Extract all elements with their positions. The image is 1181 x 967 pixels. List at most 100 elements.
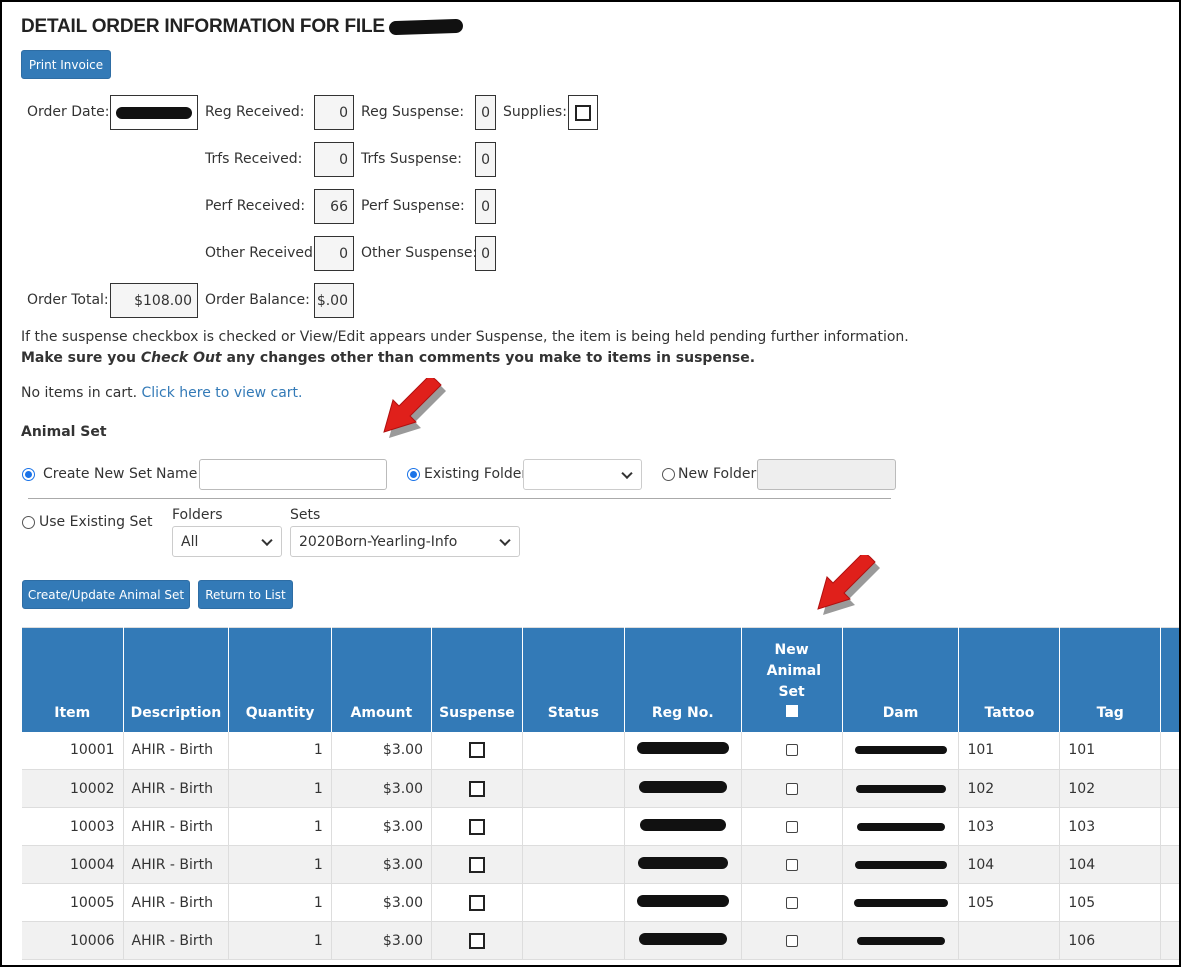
new-folder-radio[interactable] xyxy=(662,468,675,481)
select-all-checkbox[interactable] xyxy=(785,704,798,717)
tag-cell: 102 xyxy=(1059,769,1161,808)
create-update-animal-set-button[interactable]: Create/Update Animal Set xyxy=(22,580,190,609)
reg-no-cell xyxy=(624,921,742,960)
suspense-checkbox[interactable] xyxy=(468,780,485,797)
checkout-warning: Make sure you Check Out any changes othe… xyxy=(21,350,756,366)
reg-suspense-field: 0 xyxy=(475,95,496,130)
use-existing-set-label: Use Existing Set xyxy=(39,514,153,530)
redacted-dam xyxy=(855,784,946,793)
order-balance-field: $.00 xyxy=(314,283,354,318)
suspense-cell xyxy=(431,807,523,846)
overflow-cell xyxy=(1160,921,1181,960)
status-cell xyxy=(522,807,625,846)
supplies-checkbox[interactable] xyxy=(568,95,598,130)
redacted-reg-no xyxy=(637,856,728,869)
set-name-input[interactable] xyxy=(199,459,387,490)
suspense-checkbox[interactable] xyxy=(468,894,485,911)
perf-received-field: 66 xyxy=(314,189,354,224)
chevron-down-icon xyxy=(621,467,633,479)
col-amount[interactable]: Amount xyxy=(331,627,433,732)
quantity-cell: 1 xyxy=(228,769,332,808)
other-received-field: 0 xyxy=(314,236,354,271)
col-tattoo[interactable]: Tattoo xyxy=(958,627,1061,732)
dam-cell xyxy=(842,921,960,960)
item-cell: 10001 xyxy=(22,731,124,770)
new-animal-set-checkbox[interactable] xyxy=(785,744,798,757)
new-animal-set-checkbox[interactable] xyxy=(785,934,798,947)
col-item[interactable]: Item xyxy=(22,627,124,732)
new-animal-set-checkbox[interactable] xyxy=(785,896,798,909)
redacted-dam xyxy=(856,936,945,945)
order-balance-label: Order Balance: xyxy=(205,292,310,308)
existing-folder-select[interactable] xyxy=(523,459,642,490)
dam-cell xyxy=(842,845,960,884)
suspense-checkbox[interactable] xyxy=(468,932,485,949)
description-cell: AHIR - Birth xyxy=(123,845,230,884)
trfs-suspense-field: 0 xyxy=(475,142,496,177)
description-cell: AHIR - Birth xyxy=(123,921,230,960)
reg-no-cell xyxy=(624,845,742,884)
redacted-dam xyxy=(854,860,947,869)
new-animal-set-cell xyxy=(741,883,843,922)
col-dam[interactable]: Dam xyxy=(842,627,960,732)
perf-suspense-field: 0 xyxy=(475,189,496,224)
red-arrow-icon xyxy=(383,378,446,438)
status-cell xyxy=(522,769,625,808)
new-animal-set-checkbox[interactable] xyxy=(785,782,798,795)
table-row: 10003 AHIR - Birth 1 $3.00 103 103 xyxy=(22,807,1181,846)
new-animal-set-checkbox[interactable] xyxy=(785,858,798,871)
status-cell xyxy=(522,845,625,884)
col-suspense[interactable]: Suspense xyxy=(431,627,523,732)
return-to-list-button[interactable]: Return to List xyxy=(198,580,293,609)
redacted-reg-no xyxy=(639,818,726,831)
table-row: 10001 AHIR - Birth 1 $3.00 101 101 xyxy=(22,731,1181,770)
col-reg-no[interactable]: Reg No. xyxy=(624,627,742,732)
print-invoice-button[interactable]: Print Invoice xyxy=(21,50,111,79)
order-total-label: Order Total: xyxy=(27,292,109,308)
new-animal-set-cell xyxy=(741,845,843,884)
suspense-cell xyxy=(431,883,523,922)
cart-status: No items in cart. Click here to view car… xyxy=(21,385,303,401)
reg-no-cell xyxy=(624,807,742,846)
quantity-cell: 1 xyxy=(228,807,332,846)
tattoo-cell: 104 xyxy=(958,845,1061,884)
redacted-dam xyxy=(854,746,947,755)
item-cell: 10003 xyxy=(22,807,124,846)
order-date-field xyxy=(110,95,198,130)
use-existing-set-radio[interactable] xyxy=(22,516,35,529)
create-new-set-radio[interactable] xyxy=(22,468,35,481)
col-tag[interactable]: Tag xyxy=(1059,627,1161,732)
new-folder-input[interactable] xyxy=(757,459,896,490)
chevron-down-icon xyxy=(261,534,273,546)
col-description[interactable]: Description xyxy=(123,627,230,732)
animal-set-heading: Animal Set xyxy=(21,424,107,440)
amount-cell: $3.00 xyxy=(331,845,433,884)
amount-cell: $3.00 xyxy=(331,731,433,770)
new-animal-set-checkbox[interactable] xyxy=(785,820,798,833)
quantity-cell: 1 xyxy=(228,921,332,960)
trfs-received-field: 0 xyxy=(314,142,354,177)
view-cart-link[interactable]: Click here to view cart. xyxy=(142,385,303,401)
suspense-checkbox[interactable] xyxy=(468,856,485,873)
dam-cell xyxy=(842,769,960,808)
redacted-dam xyxy=(856,822,945,831)
existing-folder-label: Existing Folder xyxy=(424,466,528,482)
table-row: 10002 AHIR - Birth 1 $3.00 102 102 xyxy=(22,769,1181,808)
dam-cell xyxy=(842,883,960,922)
quantity-cell: 1 xyxy=(228,731,332,770)
order-date-label: Order Date: xyxy=(27,104,110,120)
existing-folder-radio[interactable] xyxy=(407,468,420,481)
amount-cell: $3.00 xyxy=(331,807,433,846)
tag-cell: 104 xyxy=(1059,845,1161,884)
suspense-checkbox[interactable] xyxy=(468,818,485,835)
folders-select[interactable]: All xyxy=(172,526,282,557)
quantity-cell: 1 xyxy=(228,883,332,922)
col-quantity[interactable]: Quantity xyxy=(228,627,332,732)
col-overflow xyxy=(1160,627,1181,732)
tag-cell: 105 xyxy=(1059,883,1161,922)
suspense-checkbox[interactable] xyxy=(468,742,485,759)
col-status[interactable]: Status xyxy=(522,627,625,732)
item-cell: 10006 xyxy=(22,921,124,960)
table-header-row: Item Description Quantity Amount Suspens… xyxy=(22,627,1181,732)
sets-select[interactable]: 2020Born-Yearling-Info xyxy=(290,526,520,557)
